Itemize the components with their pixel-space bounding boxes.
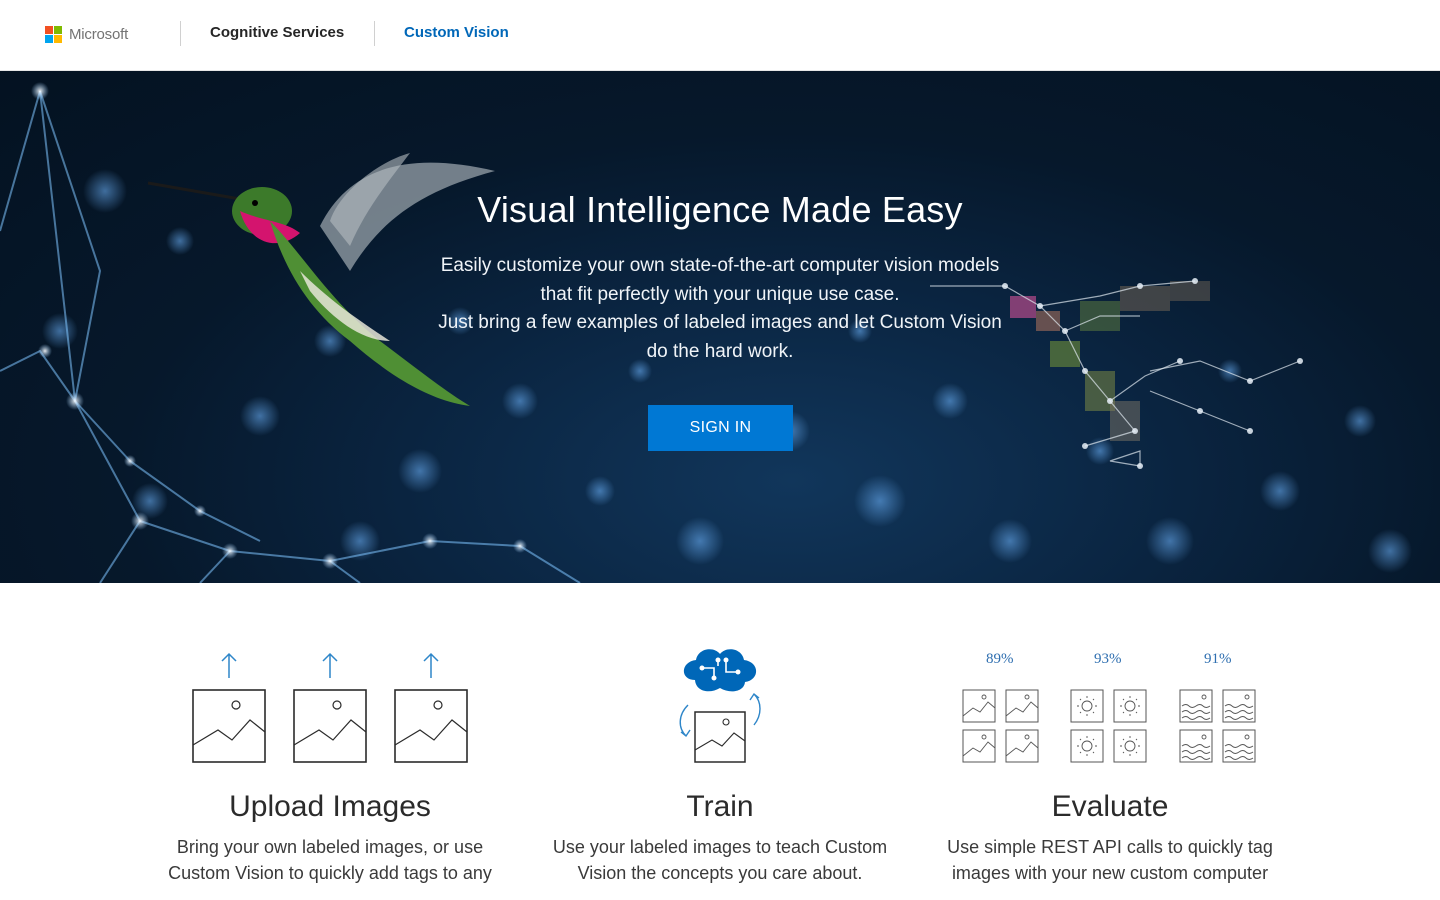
score-label: 91%	[1204, 651, 1232, 667]
header-divider	[180, 21, 181, 46]
hero-title: Visual Intelligence Made Easy	[477, 189, 963, 230]
feature-description: Bring your own labeled images, or use Cu…	[168, 837, 492, 883]
hero-banner: Visual Intelligence Made Easy Easily cus…	[0, 71, 1440, 583]
train-brain-icon	[530, 640, 910, 790]
score-label: 93%	[1094, 651, 1122, 667]
feature-title: Upload Images	[229, 790, 431, 823]
hero-subtitle-line: Just bring a few examples of labeled ima…	[438, 312, 1002, 333]
microsoft-logo-link[interactable]: Microsoft	[45, 26, 128, 43]
feature-evaluate: 89% 93% 91% Evaluate Use simple REST API…	[920, 640, 1300, 886]
feature-title: Evaluate	[1051, 790, 1169, 823]
hero-subtitle-line: that fit perfectly with your unique use …	[540, 283, 900, 305]
hero-subtitle: Easily customize your own state-of-the-a…	[420, 252, 1020, 366]
feature-title: Train	[686, 790, 754, 823]
evaluate-grid-icon: 89% 93% 91%	[920, 640, 1300, 790]
feature-description: Use your labeled images to teach Custom …	[552, 837, 888, 883]
feature-description: Use simple REST API calls to quickly tag…	[947, 837, 1273, 883]
feature-train: Train Use your labeled images to teach C…	[530, 640, 910, 886]
feature-upload-images: Upload Images Bring your own labeled ima…	[140, 640, 520, 886]
header-divider	[374, 21, 375, 46]
microsoft-wordmark: Microsoft	[69, 26, 129, 43]
nav-custom-vision[interactable]: Custom Vision	[404, 24, 509, 41]
hero-subtitle-line: do the hard work.	[646, 340, 794, 362]
top-header: Microsoft Cognitive Services Custom Visi…	[0, 0, 1440, 71]
score-label: 89%	[986, 651, 1014, 667]
sign-in-button[interactable]: SIGN IN	[648, 405, 793, 451]
hero-subtitle-line: Easily customize your own state-of-the-a…	[440, 255, 1000, 276]
upload-images-icon	[140, 640, 520, 790]
microsoft-logo-icon	[45, 26, 62, 43]
nav-cognitive-services[interactable]: Cognitive Services	[210, 24, 344, 41]
